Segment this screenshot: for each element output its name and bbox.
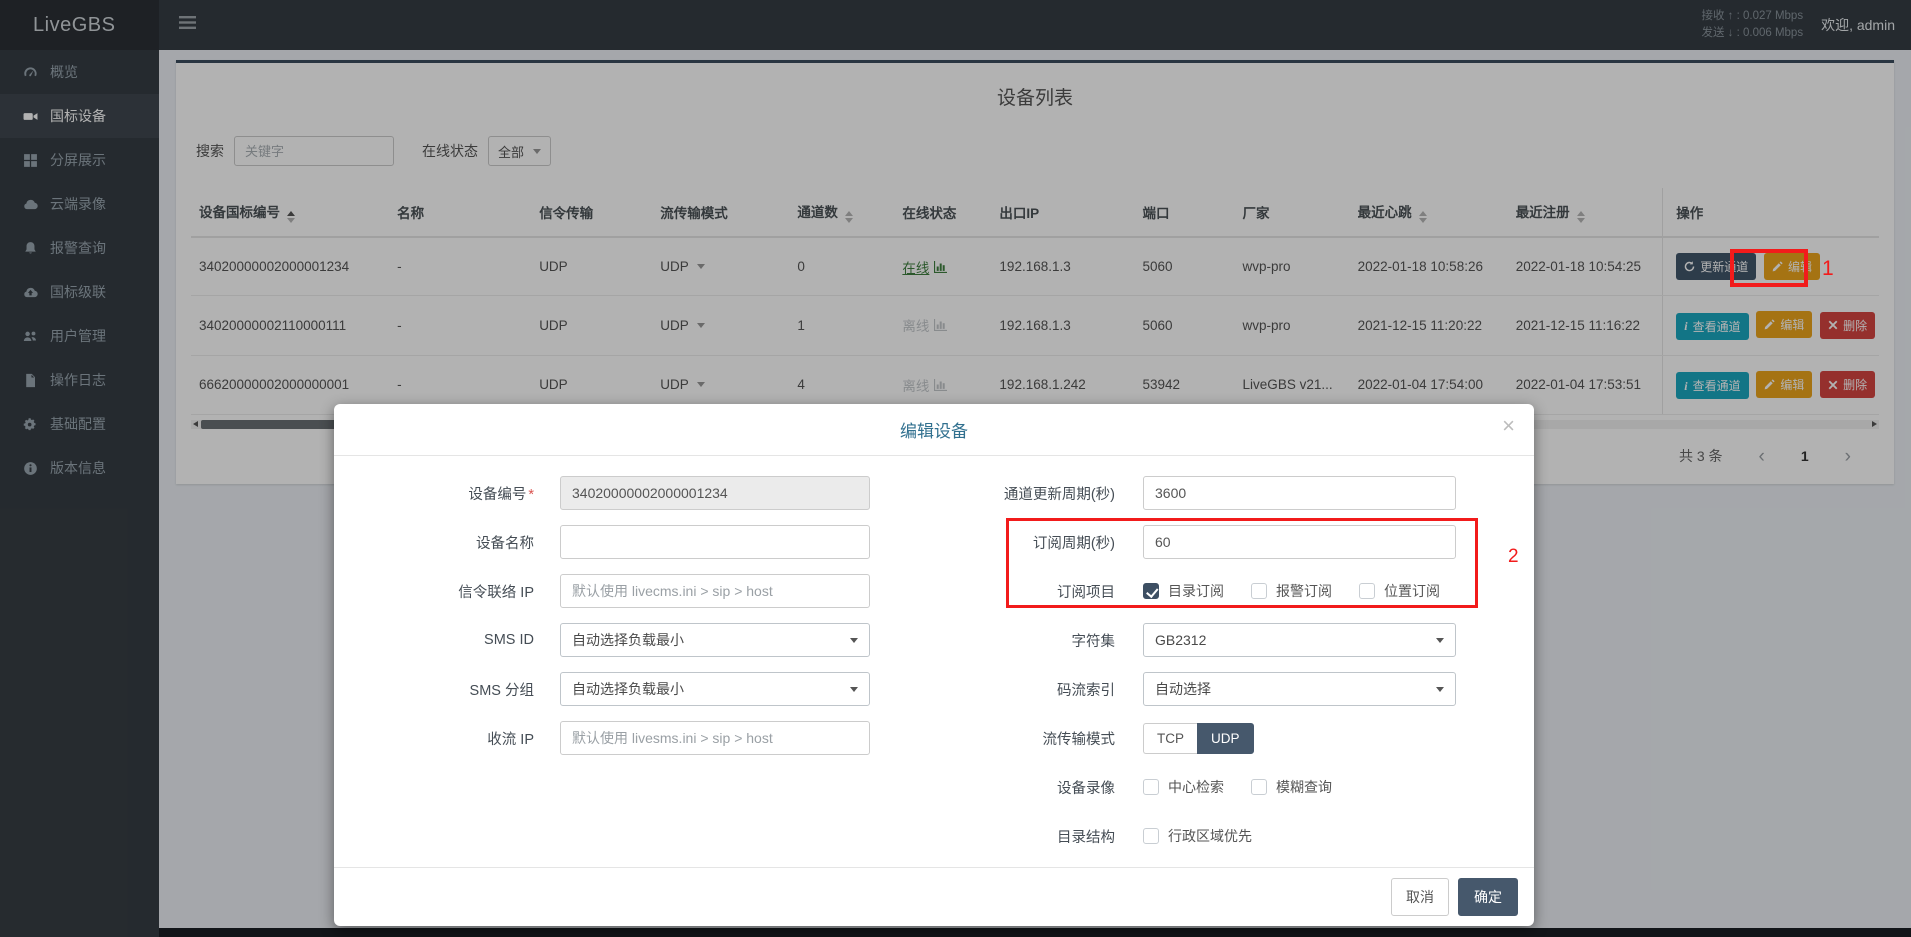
stream-receive-ip-label: 收流 IP [334, 728, 560, 749]
chevron-down-icon [1436, 687, 1444, 692]
stream-index-select[interactable]: 自动选择 [1143, 672, 1456, 706]
sms-id-select[interactable]: 自动选择负载最小 [560, 623, 870, 657]
checkbox-icon [1143, 779, 1159, 795]
channel-update-period-field[interactable] [1143, 476, 1456, 510]
stream-transport-toggle: TCP UDP [1143, 723, 1254, 754]
annotation-box-1 [1730, 249, 1808, 287]
annotation-label-1: 1 [1822, 257, 1834, 281]
modal-footer: 取消 确定 [334, 867, 1534, 926]
udp-toggle-button[interactable]: UDP [1197, 723, 1254, 754]
device-record-label: 设备录像 [934, 777, 1143, 798]
device-name-label: 设备名称 [334, 532, 560, 553]
admin-region-priority-checkbox[interactable]: 行政区域优先 [1143, 826, 1252, 846]
close-icon[interactable]: × [1502, 415, 1515, 437]
chevron-down-icon [850, 687, 858, 692]
checkbox-icon [1143, 828, 1159, 844]
edit-device-modal: 编辑设备 × 设备编号* 设备名称 信令联络 IP SMS ID 自动选择负载最… [334, 404, 1534, 926]
checkbox-icon [1251, 779, 1267, 795]
charset-label: 字符集 [934, 630, 1143, 651]
device-id-field [560, 476, 870, 510]
center-search-checkbox[interactable]: 中心检索 [1143, 777, 1224, 797]
sms-group-label: SMS 分组 [334, 679, 560, 700]
fuzzy-query-checkbox[interactable]: 模糊查询 [1251, 777, 1332, 797]
stream-receive-ip-field[interactable] [560, 721, 870, 755]
confirm-button[interactable]: 确定 [1458, 878, 1518, 916]
sms-id-label: SMS ID [334, 632, 560, 648]
required-asterisk: * [528, 487, 534, 503]
signal-contact-ip-field[interactable] [560, 574, 870, 608]
catalog-structure-label: 目录结构 [934, 826, 1143, 847]
cancel-button[interactable]: 取消 [1391, 878, 1449, 916]
tcp-toggle-button[interactable]: TCP [1143, 723, 1197, 754]
modal-title: 编辑设备 [900, 417, 968, 442]
chevron-down-icon [1436, 638, 1444, 643]
charset-select[interactable]: GB2312 [1143, 623, 1456, 657]
form-column-left: 设备编号* 设备名称 信令联络 IP SMS ID 自动选择负载最小 SMS 分… [334, 476, 934, 868]
channel-update-period-label: 通道更新周期(秒) [934, 483, 1143, 504]
chevron-down-icon [850, 638, 858, 643]
annotation-label-2: 2 [1508, 546, 1519, 568]
stream-index-label: 码流索引 [934, 679, 1143, 700]
device-id-label: 设备编号* [334, 483, 560, 504]
device-name-field[interactable] [560, 525, 870, 559]
sms-group-select[interactable]: 自动选择负载最小 [560, 672, 870, 706]
stream-transport-label: 流传输模式 [934, 728, 1143, 749]
signal-contact-ip-label: 信令联络 IP [334, 581, 560, 602]
modal-header: 编辑设备 × [334, 404, 1534, 456]
annotation-box-2 [1006, 518, 1478, 608]
